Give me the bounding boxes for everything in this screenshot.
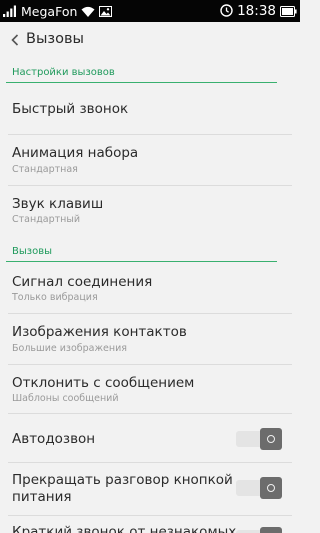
section-divider [6, 261, 277, 262]
setting-title: Быстрый звонок [12, 101, 129, 117]
setting-title-line2: питания [12, 489, 72, 505]
setting-title: Изображения контактов [12, 324, 187, 340]
section-header-call-settings: Настройки вызовов [0, 63, 300, 83]
setting-title: Звук клавиш [12, 196, 104, 212]
battery-icon [280, 2, 297, 21]
setting-title: Автодозвон [12, 431, 96, 447]
setting-subtitle: Стандартная [12, 164, 78, 175]
setting-title: Краткий звонок от незнакомых [12, 524, 237, 533]
setting-end-call-power-button[interactable]: Прекращать разговор кнопкой питания [0, 463, 300, 515]
section-header-calls: Вызовы [0, 242, 300, 262]
auto-redial-toggle[interactable] [236, 428, 282, 450]
back-button[interactable] [8, 31, 22, 49]
setting-connection-signal[interactable]: Сигнал соединения Только вибрация [0, 263, 300, 313]
short-ring-toggle[interactable] [236, 527, 282, 533]
setting-subtitle: Стандартный [12, 214, 81, 225]
image-notification-icon [99, 2, 113, 21]
section-header-label: Вызовы [12, 246, 52, 257]
alarm-icon [220, 2, 233, 21]
page-title: Вызовы [26, 31, 84, 47]
carrier-name: MegaFon [21, 3, 78, 19]
toggle-knob [260, 428, 282, 450]
end-call-power-toggle[interactable] [236, 477, 282, 499]
toggle-knob [260, 477, 282, 499]
setting-speed-dial[interactable]: Быстрый звонок [0, 84, 300, 134]
toggle-knob [260, 527, 282, 533]
setting-dial-animation[interactable]: Анимация набора Стандартная [0, 135, 300, 185]
app-bar: Вызовы [0, 22, 300, 58]
clock: 18:38 [237, 3, 276, 19]
setting-auto-redial[interactable]: Автодозвон [0, 414, 300, 462]
setting-subtitle: Большие изображения [12, 343, 127, 354]
setting-subtitle: Только вибрация [12, 292, 98, 303]
section-header-label: Настройки вызовов [12, 67, 115, 78]
signal-icon [3, 2, 17, 21]
section-divider [6, 82, 277, 83]
setting-title: Анимация набора [12, 145, 139, 161]
setting-key-sound[interactable]: Звук клавиш Стандартный [0, 186, 300, 238]
setting-reject-with-message[interactable]: Отклонить с сообщением Шаблоны сообщений [0, 365, 300, 413]
setting-subtitle: Шаблоны сообщений [12, 393, 119, 404]
setting-title-line1: Прекращать разговор кнопкой [12, 472, 233, 488]
setting-title: Сигнал соединения [12, 274, 153, 290]
setting-short-ring-unknown[interactable]: Краткий звонок от незнакомых [0, 516, 300, 533]
setting-title: Отклонить с сообщением [12, 375, 195, 391]
chevron-left-icon [11, 31, 19, 50]
wifi-icon [81, 2, 95, 21]
setting-contact-images[interactable]: Изображения контактов Большие изображени… [0, 314, 300, 364]
status-bar: MegaFon 18:38 [0, 0, 300, 22]
